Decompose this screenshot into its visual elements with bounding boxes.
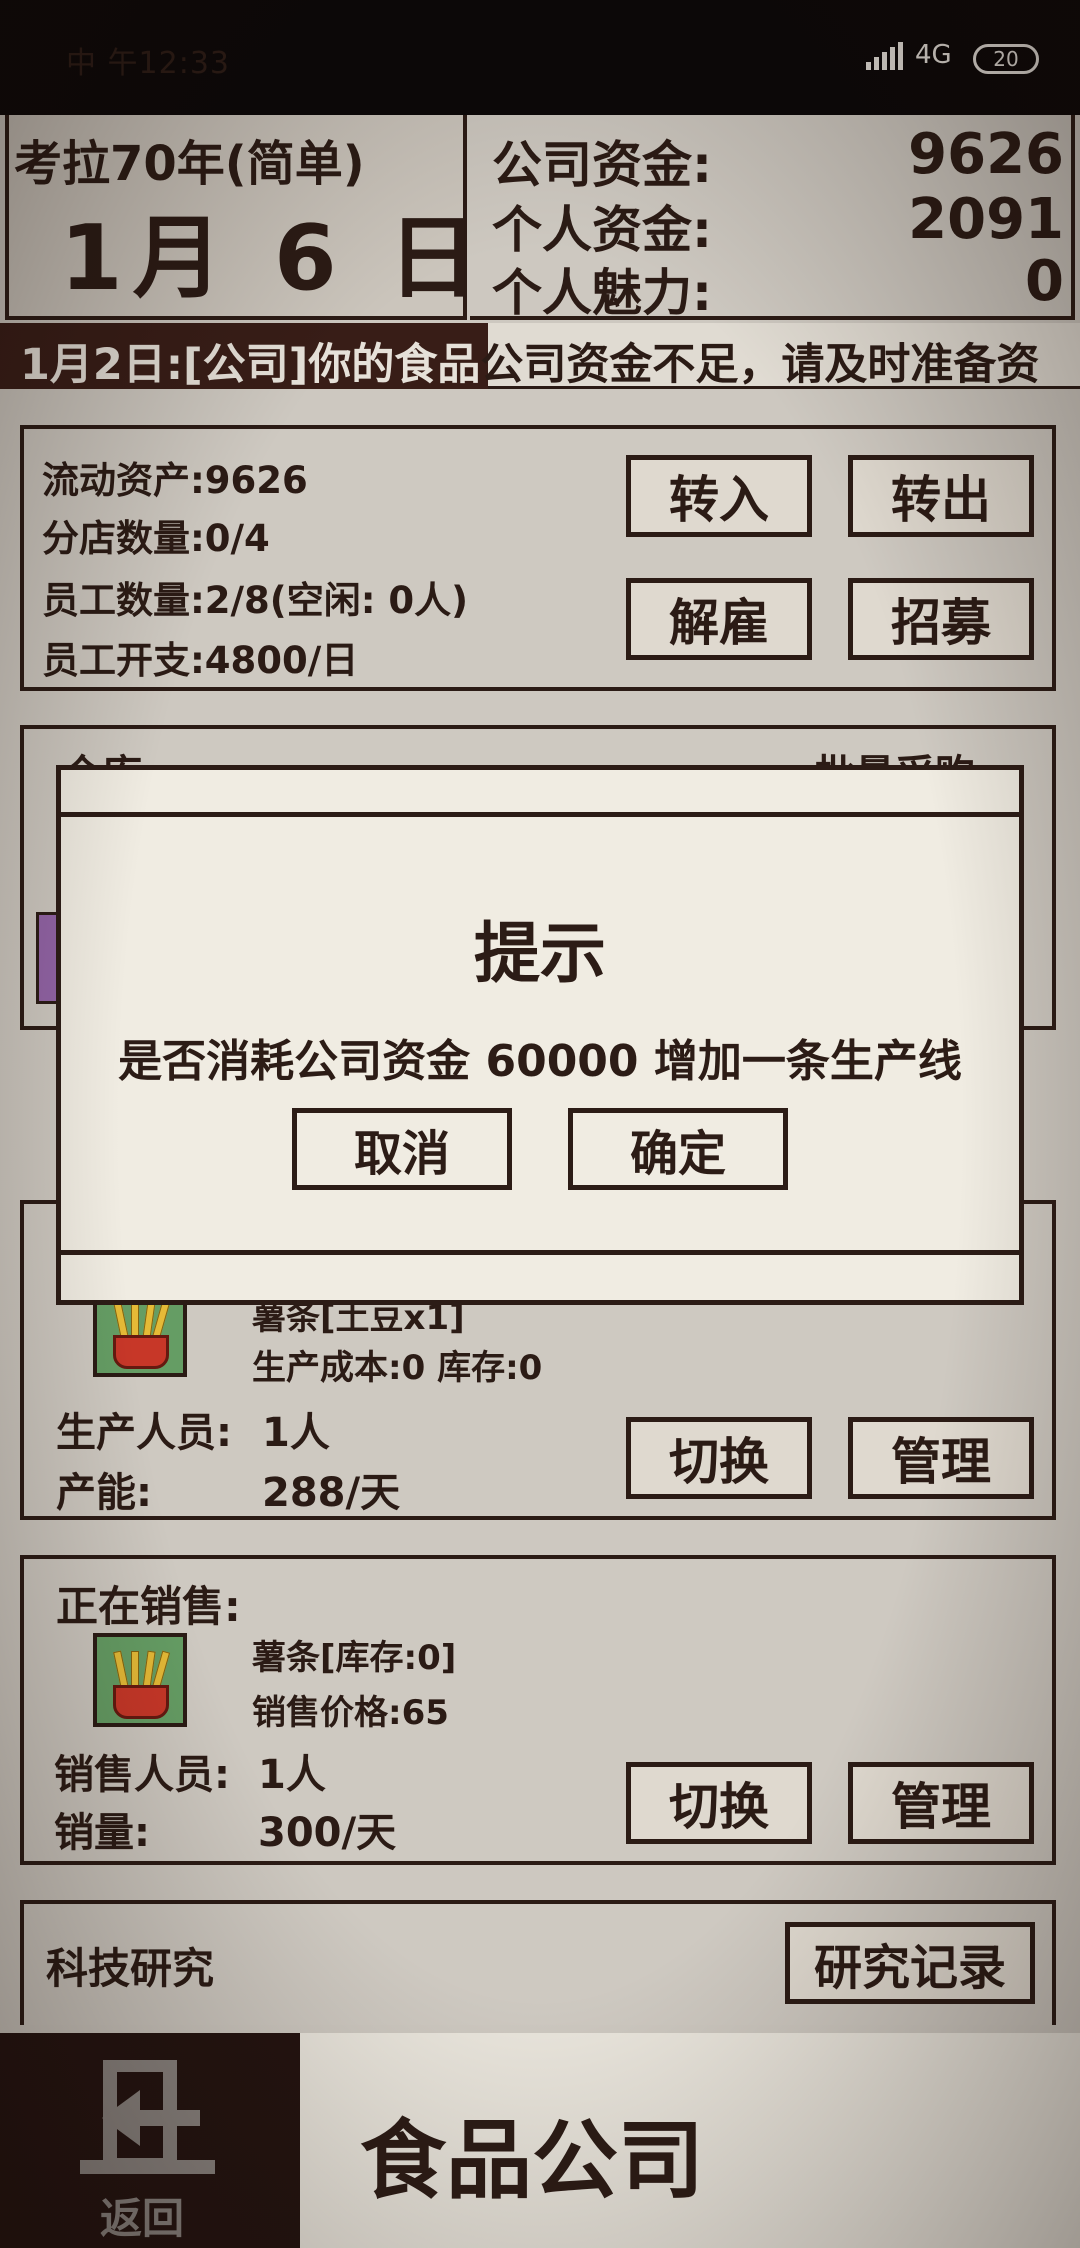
dialog-message: 是否消耗公司资金 60000 增加一条生产线: [118, 1036, 962, 1087]
dialog-bottom-divider: [56, 1250, 1024, 1255]
cancel-button[interactable]: 取消: [292, 1108, 512, 1190]
signal-icon: [866, 42, 903, 70]
dialog-title: 提示: [474, 915, 606, 992]
status-time: 中 午12:33: [66, 46, 230, 81]
dialog-top-divider: [56, 812, 1024, 817]
battery-icon: 20: [973, 44, 1039, 74]
company-name: 食品公司: [360, 2111, 704, 2211]
confirm-button[interactable]: 确定: [568, 1108, 788, 1190]
back-label: 返回: [100, 2194, 185, 2243]
exit-icon: [80, 2060, 215, 2174]
network-label: 4G: [915, 40, 952, 70]
